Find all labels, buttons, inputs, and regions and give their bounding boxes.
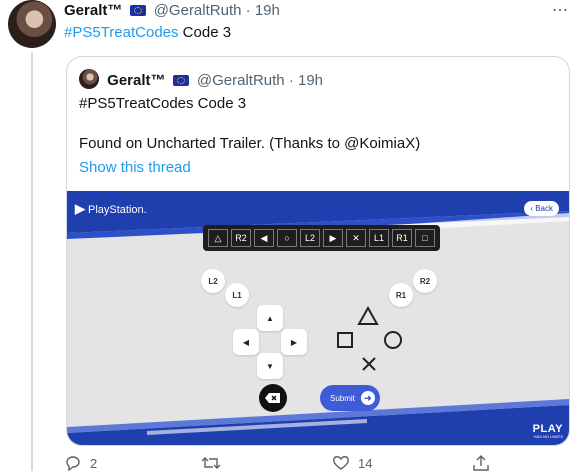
display-name[interactable]: Geralt™ <box>64 2 122 19</box>
code-cell: L1 <box>369 229 389 247</box>
quoted-text-line2: Found on Uncharted Trailer. (Thanks to @… <box>79 135 421 152</box>
dpad-down: ▼ <box>257 353 283 379</box>
retweet-icon <box>201 457 221 469</box>
dpad-left: ◀ <box>233 329 259 355</box>
eu-flag-icon <box>172 75 189 86</box>
handle[interactable]: @GeraltRuth <box>154 2 242 19</box>
like-count: 14 <box>358 455 373 471</box>
eu-flag-icon <box>129 5 146 16</box>
playstation-text: PlayStation. <box>88 204 147 216</box>
more-options-icon[interactable]: ⋯ <box>552 0 569 20</box>
triangle-icon <box>355 303 381 329</box>
quoted-display-name: Geralt™ <box>107 72 166 89</box>
code-sequence-bar: △ R2 ◀ ○ L2 ▶ ✕ L1 R1 □ <box>203 225 440 251</box>
time-separator: · <box>245 2 251 19</box>
code-cell: □ <box>415 229 435 247</box>
quoted-header: Geralt™ @GeraltRuth · 19h <box>79 69 323 89</box>
square-icon <box>332 327 358 353</box>
l2-button: L2 <box>201 269 225 293</box>
tweet-text-rest: Code 3 <box>178 24 232 41</box>
quoted-handle: @GeraltRuth <box>196 72 285 89</box>
timestamp[interactable]: 19h <box>255 2 280 19</box>
back-button[interactable]: ‹ Back <box>524 201 559 216</box>
action-bar: 2 14 <box>64 455 564 471</box>
cross-icon <box>356 351 382 377</box>
hashtag-link[interactable]: #PS5TreatCodes <box>64 24 179 41</box>
playstation-icon: ▶ <box>75 201 85 216</box>
dpad-up: ▲ <box>257 305 283 331</box>
heart-icon <box>333 456 349 470</box>
code-cell: △ <box>208 229 228 247</box>
thread-line <box>31 52 33 471</box>
reply-count: 2 <box>90 455 98 471</box>
code-cell: ○ <box>277 229 297 247</box>
quoted-time-separator: · <box>288 72 294 89</box>
show-thread-link[interactable]: Show this thread <box>79 159 191 176</box>
avatar[interactable] <box>8 0 56 48</box>
code-cell: L2 <box>300 229 320 247</box>
playstation-logo: ▶ PlayStation. <box>75 201 147 217</box>
quoted-text-line1: #PS5TreatCodes Code 3 <box>79 95 247 112</box>
play-has-no-limits-logo: PLAY HAS NO LIMITS <box>533 424 563 439</box>
banner-bottom <box>67 399 569 445</box>
play-tagline: HAS NO LIMITS <box>533 434 563 439</box>
share-icon <box>473 455 489 471</box>
retweet-action[interactable] <box>201 455 229 471</box>
dpad-right: ▶ <box>281 329 307 355</box>
r1-button: R1 <box>389 283 413 307</box>
reply-action[interactable]: 2 <box>64 455 97 471</box>
code-cell: ◀ <box>254 229 274 247</box>
l1-button: L1 <box>225 283 249 307</box>
tweet-text: #PS5TreatCodes Code 3 <box>64 24 231 41</box>
code-cell: ▶ <box>323 229 343 247</box>
quoted-timestamp: 19h <box>297 72 324 89</box>
circle-icon <box>380 327 406 353</box>
quoted-tweet[interactable]: Geralt™ @GeraltRuth · 19h #PS5TreatCodes… <box>66 56 570 446</box>
tweet-header: Geralt™ @GeraltRuth · 19h <box>64 2 280 19</box>
code-cell: ✕ <box>346 229 366 247</box>
quoted-avatar <box>79 69 99 89</box>
share-action[interactable] <box>472 455 490 471</box>
like-action[interactable]: 14 <box>332 455 372 471</box>
code-cell: R1 <box>392 229 412 247</box>
media-image[interactable]: ▶ PlayStation. ‹ Back △ R2 ◀ ○ L2 ▶ ✕ L1 … <box>67 191 569 445</box>
code-cell: R2 <box>231 229 251 247</box>
r2-button: R2 <box>413 269 437 293</box>
reply-icon <box>66 456 80 471</box>
